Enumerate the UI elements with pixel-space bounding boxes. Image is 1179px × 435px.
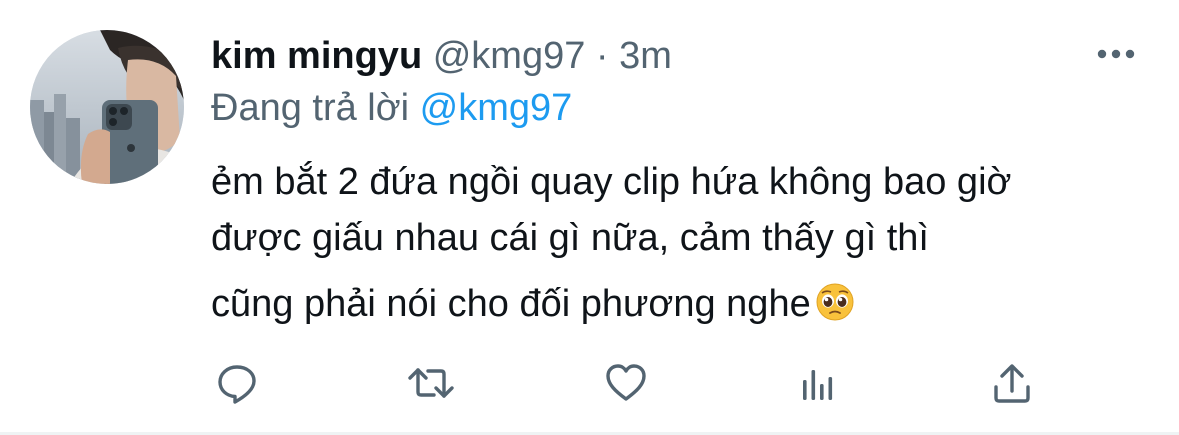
tweet-time[interactable]: 3m bbox=[619, 35, 672, 77]
heart-icon bbox=[603, 360, 649, 411]
pleading-face-emoji bbox=[815, 282, 855, 322]
share-button[interactable] bbox=[985, 358, 1039, 412]
retweet-button[interactable] bbox=[404, 358, 458, 412]
separator-dot: · bbox=[595, 35, 609, 77]
tweet-header: kim mingyu @kmg97 · 3m bbox=[211, 34, 672, 78]
avatar[interactable] bbox=[30, 30, 184, 184]
replying-mention[interactable]: @kmg97 bbox=[420, 87, 573, 129]
analytics-icon bbox=[795, 360, 841, 411]
tweet-body: ẻm bắt 2 đứa ngồi quay clip hứa không ba… bbox=[211, 154, 1151, 332]
reply-button[interactable] bbox=[210, 358, 264, 412]
tweet-card[interactable]: kim mingyu @kmg97 · 3m Đang trả lời @kmg… bbox=[0, 0, 1179, 435]
tweet-actions bbox=[0, 358, 1179, 412]
tweet-text-line-last: cũng phải nói cho đối phương nghe bbox=[211, 276, 1151, 332]
author-handle[interactable]: @kmg97 bbox=[433, 35, 586, 77]
tweet-text-line: ẻm bắt 2 đứa ngồi quay clip hứa không ba… bbox=[211, 161, 1012, 203]
replying-to: Đang trả lời @kmg97 bbox=[211, 86, 572, 130]
replying-prefix: Đang trả lời bbox=[211, 87, 420, 129]
like-button[interactable] bbox=[599, 358, 653, 412]
more-options-icon[interactable] bbox=[1092, 40, 1140, 68]
tweet-text-line: cũng phải nói cho đối phương nghe bbox=[211, 283, 811, 325]
reply-icon bbox=[214, 360, 260, 411]
retweet-icon bbox=[406, 360, 456, 411]
analytics-button[interactable] bbox=[791, 358, 845, 412]
author-name[interactable]: kim mingyu bbox=[211, 35, 422, 77]
tweet-text-line: được giấu nhau cái gì nữa, cảm thấy gì t… bbox=[211, 217, 929, 259]
share-icon bbox=[989, 360, 1035, 411]
